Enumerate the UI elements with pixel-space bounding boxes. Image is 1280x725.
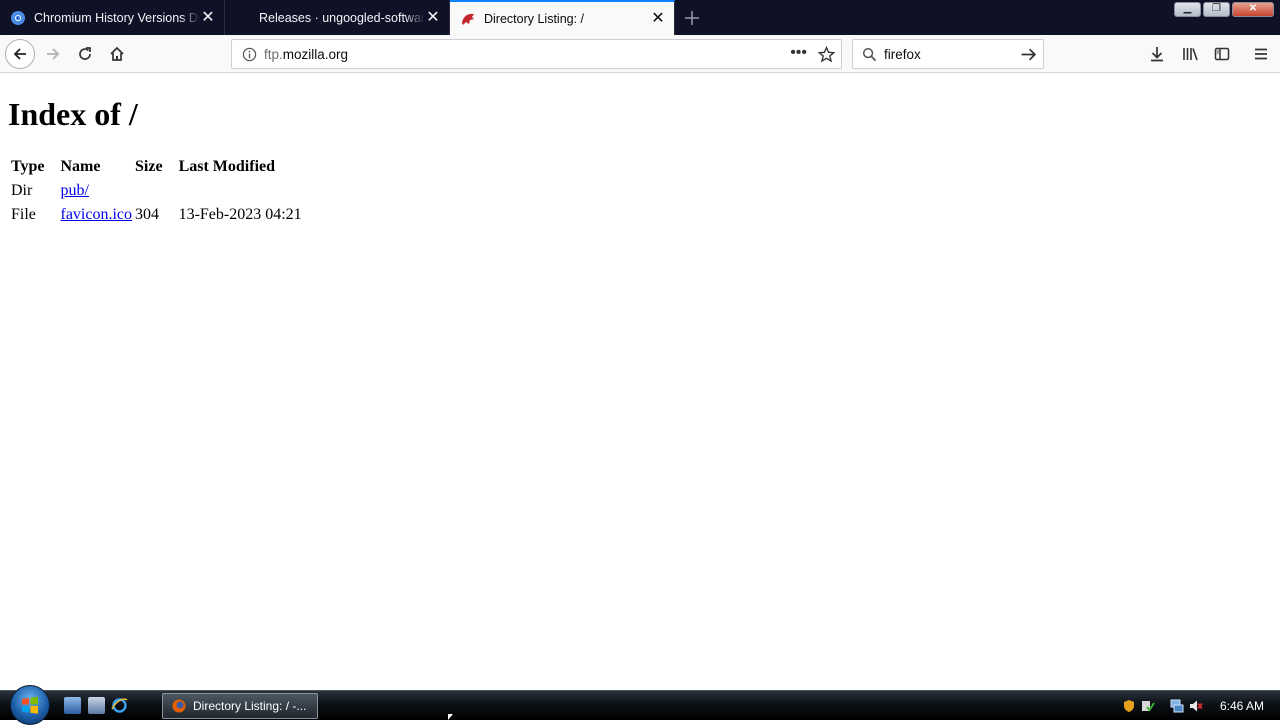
url-host-prefix: ftp. <box>264 46 283 62</box>
minimize-button[interactable]: ▁ <box>1174 2 1201 17</box>
cell-size <box>135 180 176 202</box>
mouse-cursor <box>448 714 453 720</box>
tab-chromium-history[interactable]: Chromium History Versions Download ✕ <box>0 0 225 35</box>
tab-title: Chromium History Versions Download <box>34 10 200 25</box>
search-input[interactable] <box>884 46 1014 62</box>
cell-name: pub/ <box>60 180 132 202</box>
tab-releases[interactable]: Releases · ungoogled-software/ungoogled-… <box>225 0 450 35</box>
library-button[interactable] <box>1175 39 1205 69</box>
column-header-name: Name <box>60 158 101 175</box>
search-go-arrow-icon[interactable] <box>1020 46 1037 68</box>
table-row: Dir pub/ <box>11 180 302 202</box>
home-button[interactable] <box>102 39 132 69</box>
taskbar-task-firefox[interactable]: Directory Listing: / -... <box>162 693 318 719</box>
close-window-button[interactable]: ✕ <box>1232 2 1274 17</box>
update-check-icon[interactable] <box>1141 699 1155 713</box>
tab-directory-listing[interactable]: Directory Listing: / ✕ <box>450 0 675 35</box>
hamburger-menu-icon <box>1255 48 1267 60</box>
library-icon <box>1182 48 1198 61</box>
directory-table: Type Name Size Last Modified Dir pub/ Fi… <box>8 154 305 228</box>
back-arrow-icon <box>13 48 26 60</box>
cell-type: Dir <box>11 182 33 199</box>
table-header-row: Type Name Size Last Modified <box>11 156 302 178</box>
github-icon <box>235 10 251 26</box>
page-content: Index of / Type Name Size Last Modified … <box>0 74 1280 690</box>
taskbar-clock[interactable]: 6:46 AM <box>1220 699 1264 713</box>
url-host: mozilla.org <box>282 46 349 62</box>
search-bar[interactable] <box>852 39 1044 69</box>
sidebar-icon <box>1214 47 1230 61</box>
download-icon <box>1151 47 1163 62</box>
security-shield-icon[interactable] <box>1122 699 1136 713</box>
forward-button[interactable] <box>38 39 68 69</box>
close-tab-icon[interactable]: ✕ <box>425 9 441 26</box>
switch-windows-icon[interactable] <box>88 697 105 714</box>
start-button[interactable] <box>10 685 50 725</box>
tab-strip: Chromium History Versions Download ✕ Rel… <box>0 0 1280 35</box>
windows-logo-icon <box>22 696 38 714</box>
cell-size: 304 <box>135 206 160 223</box>
search-icon <box>862 47 877 67</box>
page-actions-icon[interactable]: ••• <box>790 44 807 62</box>
plus-icon <box>685 10 699 25</box>
firefox-window-icon <box>172 699 186 713</box>
sidebar-toggle-button[interactable] <box>1207 39 1237 69</box>
chromium-icon <box>10 10 26 26</box>
reload-icon <box>79 47 91 60</box>
mozilla-dino-icon <box>460 11 476 27</box>
table-row: File favicon.ico 304 13-Feb-2023 04:21 <box>11 204 302 226</box>
new-tab-button[interactable] <box>675 0 709 35</box>
close-tab-icon[interactable]: ✕ <box>650 10 666 27</box>
page-title: Index of / <box>8 96 138 132</box>
window-controls: ▁ ❐ ✕ <box>1174 2 1274 17</box>
system-tray: 6:46 AM <box>1122 691 1280 721</box>
forward-arrow-icon <box>47 48 60 60</box>
cell-modified: 13-Feb-2023 04:21 <box>178 206 302 223</box>
taskbar: Directory Listing: / -... 6:46 AM <box>0 685 1280 725</box>
cell-modified <box>179 180 302 202</box>
tab-title: Directory Listing: / <box>484 11 585 26</box>
cell-name: favicon.ico <box>60 204 132 226</box>
close-tab-icon[interactable]: ✕ <box>200 9 216 26</box>
column-header-size: Size <box>135 158 163 175</box>
network-icon[interactable] <box>1170 699 1184 713</box>
column-header-type: Type <box>11 158 45 175</box>
entry-link[interactable]: favicon.ico <box>60 206 132 223</box>
internet-explorer-icon[interactable] <box>111 697 128 714</box>
cell-type: File <box>11 206 36 223</box>
home-icon <box>110 46 124 61</box>
restore-button[interactable]: ❐ <box>1203 2 1230 17</box>
menu-button[interactable] <box>1246 39 1276 69</box>
downloads-button[interactable] <box>1142 39 1172 69</box>
url-text: ftp.mozilla.org <box>264 47 348 62</box>
tab-title: Releases · ungoogled-software/ungoogled-… <box>259 10 425 25</box>
column-header-last-modified: Last Modified <box>178 158 276 175</box>
taskbar-task-label: Directory Listing: / -... <box>193 699 307 713</box>
url-bar[interactable]: ftp.mozilla.org ••• <box>231 39 842 69</box>
show-desktop-icon[interactable] <box>64 697 81 714</box>
volume-muted-icon[interactable] <box>1189 699 1203 713</box>
back-button[interactable] <box>5 39 35 69</box>
info-icon[interactable] <box>242 47 257 67</box>
navigation-toolbar: ftp.mozilla.org ••• <box>0 35 1280 73</box>
entry-link[interactable]: pub/ <box>60 182 88 199</box>
bookmark-star-icon[interactable] <box>817 45 836 68</box>
reload-button[interactable] <box>70 39 100 69</box>
